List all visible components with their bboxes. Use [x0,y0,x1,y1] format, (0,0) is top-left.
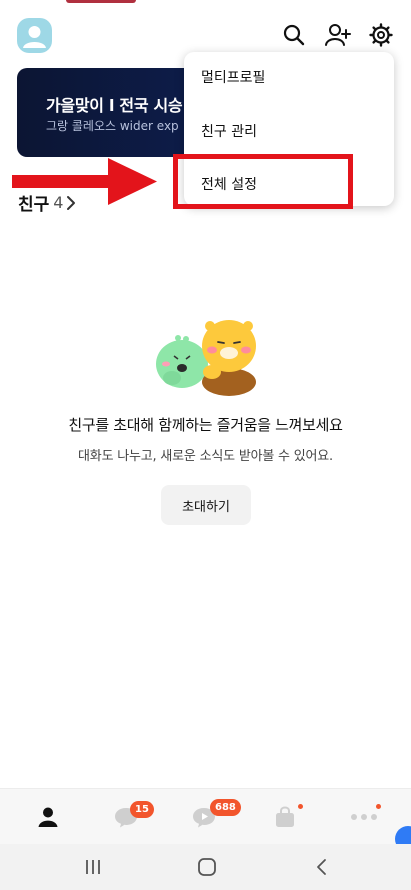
banner-subtitle: 그랑 콜레오스 wider exp [46,119,179,133]
tab-more[interactable] [334,789,394,845]
friends-title: 친구 [18,195,50,215]
shopping-bag-icon [276,806,294,827]
friends-count: 4 [53,193,64,212]
person-icon [38,807,58,827]
avatar[interactable] [17,18,52,53]
menu-item-multi-profile[interactable]: 멀티프로필 [201,67,265,87]
person-icon [23,26,46,48]
chevron-right-icon [67,195,76,210]
tab-friends[interactable] [18,789,78,845]
bottom-tab-bar: 15 688 [0,788,411,844]
banner-title: 가을맞이 l 전국 시승 [46,96,183,115]
more-dot [376,804,381,809]
friends-illustration [156,320,256,396]
invite-button[interactable]: 초대하기 [161,485,251,525]
tab-chats[interactable]: 15 [96,789,156,845]
search-icon[interactable] [279,20,309,50]
tab-openchat[interactable]: 688 [174,789,241,845]
system-nav-bar [0,844,411,890]
menu-item-manage-friends[interactable]: 친구 관리 [201,121,257,141]
more-icon [351,814,377,820]
back-icon[interactable] [292,844,352,890]
gear-icon[interactable] [366,20,396,50]
empty-state-subtitle: 대화도 나누고, 새로운 소식도 받아볼 수 있어요. [78,449,333,464]
home-icon[interactable] [177,844,237,890]
tab-shopping[interactable] [255,789,315,845]
shopping-dot [298,804,303,809]
add-friend-icon[interactable] [323,20,353,50]
empty-state-title: 친구를 초대해 함께하는 즐거움을 느껴보세요 [68,416,343,434]
chats-badge: 15 [130,801,154,818]
recent-apps-icon[interactable] [63,844,123,890]
openchat-badge: 688 [210,799,241,816]
friends-section-header[interactable]: 친구 4 [18,190,77,215]
status-indicator [66,0,136,3]
highlight-box [173,154,353,209]
